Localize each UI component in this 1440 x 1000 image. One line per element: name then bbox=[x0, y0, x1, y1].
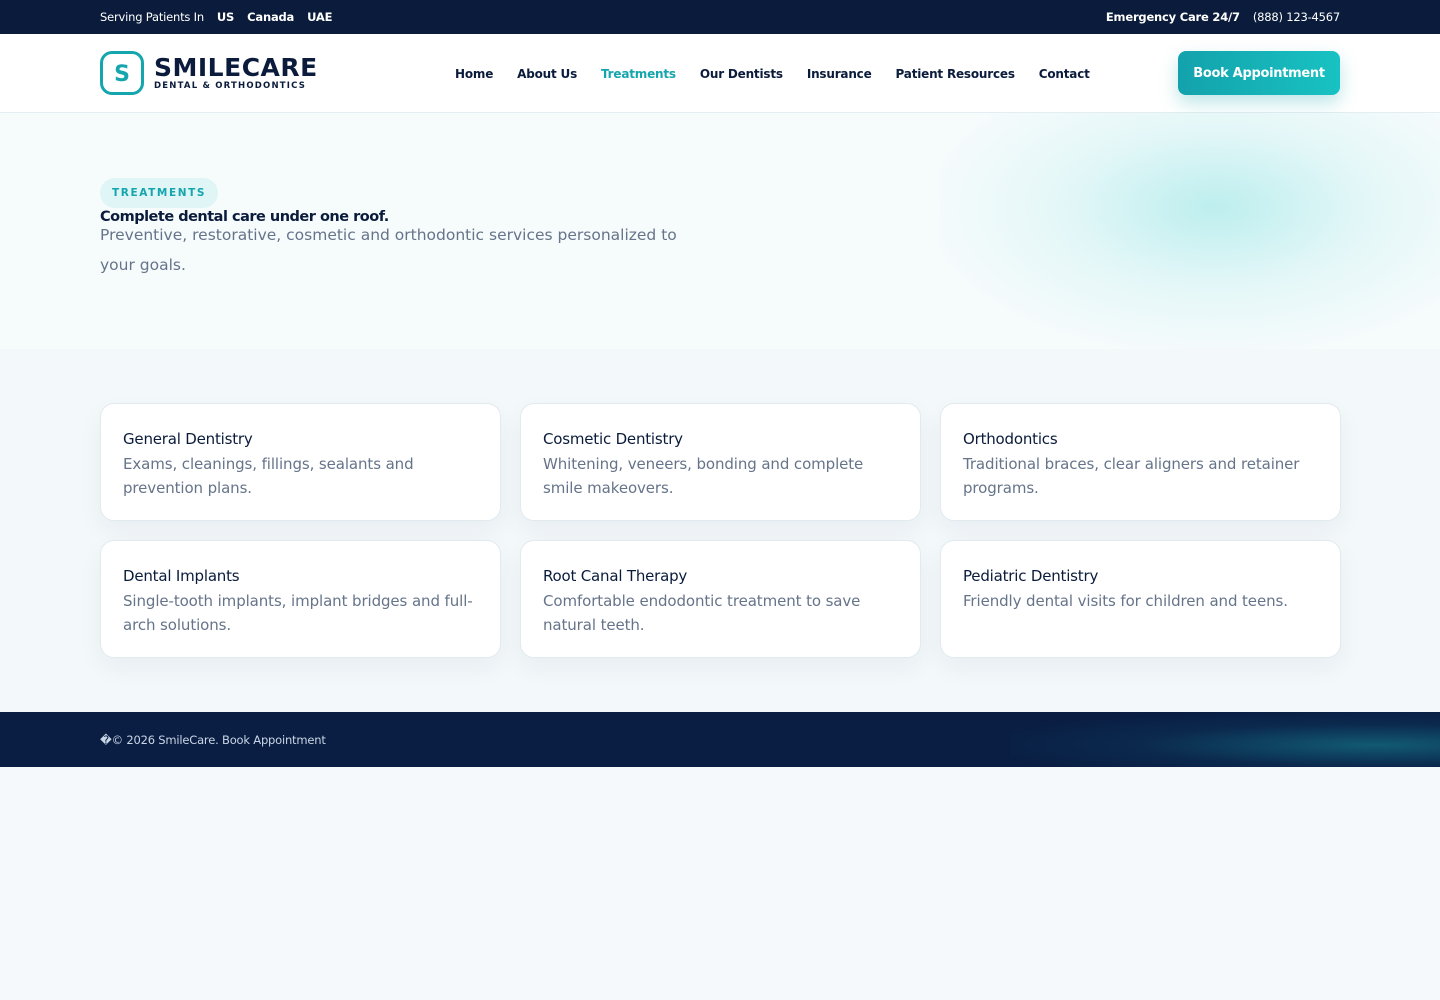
page-subtitle: Preventive, restorative, cosmetic and or… bbox=[100, 226, 677, 274]
treatment-card-root-canal-therapy[interactable]: Root Canal Therapy Comfortable endodonti… bbox=[520, 540, 921, 658]
treatment-description: Comfortable endodontic treatment to save… bbox=[543, 592, 861, 634]
treatment-description: Single-tooth implants, implant bridges a… bbox=[123, 592, 473, 634]
nav-about-us[interactable]: About Us bbox=[517, 67, 577, 81]
region-uae-link[interactable]: UAE bbox=[307, 10, 332, 24]
treatment-description: Traditional braces, clear aligners and r… bbox=[963, 455, 1300, 497]
page-bottom-spacer bbox=[0, 767, 1440, 1000]
treatment-card-pediatric-dentistry[interactable]: Pediatric Dentistry Friendly dental visi… bbox=[940, 540, 1341, 658]
treatment-card-general-dentistry[interactable]: General Dentistry Exams, cleanings, fill… bbox=[100, 403, 501, 521]
brand-tagline: DENTAL & ORTHODONTICS bbox=[154, 80, 307, 91]
nav-contact[interactable]: Contact bbox=[1039, 67, 1090, 81]
treatment-description: Friendly dental visits for children and … bbox=[963, 592, 1288, 610]
hero-section: TREATMENTS Complete dental care under on… bbox=[0, 113, 1440, 349]
treatment-card-orthodontics[interactable]: Orthodontics Traditional braces, clear a… bbox=[940, 403, 1341, 521]
logo-mark-icon: S bbox=[100, 51, 144, 95]
treatment-title: Root Canal Therapy bbox=[543, 567, 688, 585]
logo-text: SMILECARE DENTAL & ORTHODONTICS bbox=[154, 52, 318, 92]
treatment-title: Dental Implants bbox=[123, 567, 240, 585]
treatment-title: Pediatric Dentistry bbox=[963, 567, 1099, 585]
phone-link[interactable]: (888) 123-4567 bbox=[1253, 10, 1340, 24]
treatments-grid: General Dentistry Exams, cleanings, fill… bbox=[100, 403, 1341, 658]
copyright-text: �© 2026 SmileCare. bbox=[100, 732, 219, 747]
emergency-contact: Emergency Care 24/7 (888) 123-4567 bbox=[1106, 10, 1340, 24]
section-badge: TREATMENTS bbox=[100, 178, 219, 208]
region-us-link[interactable]: US bbox=[217, 10, 234, 24]
nav-home[interactable]: Home bbox=[455, 67, 493, 81]
serving-label: Serving Patients In bbox=[100, 10, 204, 24]
hero-background-glow bbox=[940, 113, 1440, 349]
footer-background-glow bbox=[1010, 712, 1440, 767]
treatment-title: General Dentistry bbox=[123, 430, 253, 448]
nav-patient-resources[interactable]: Patient Resources bbox=[896, 67, 1015, 81]
treatment-card-dental-implants[interactable]: Dental Implants Single-tooth implants, i… bbox=[100, 540, 501, 658]
region-canada-link[interactable]: Canada bbox=[247, 10, 294, 24]
nav-insurance[interactable]: Insurance bbox=[807, 67, 872, 81]
treatment-description: Exams, cleanings, fillings, sealants and… bbox=[123, 455, 414, 497]
treatments-section: General Dentistry Exams, cleanings, fill… bbox=[0, 349, 1440, 712]
service-regions: Serving Patients In US Canada UAE bbox=[100, 10, 332, 24]
emergency-label: Emergency Care 24/7 bbox=[1105, 10, 1240, 24]
treatment-description: Whitening, veneers, bonding and complete… bbox=[543, 455, 864, 497]
nav-our-dentists[interactable]: Our Dentists bbox=[700, 67, 783, 81]
main-nav: Home About Us Treatments Our Dentists In… bbox=[455, 34, 1090, 113]
brand-name: SMILECARE bbox=[154, 52, 318, 82]
nav-treatments[interactable]: Treatments bbox=[601, 67, 676, 81]
treatment-card-cosmetic-dentistry[interactable]: Cosmetic Dentistry Whitening, veneers, b… bbox=[520, 403, 921, 521]
top-bar: Serving Patients In US Canada UAE Emerge… bbox=[0, 0, 1440, 34]
treatment-title: Cosmetic Dentistry bbox=[543, 430, 683, 448]
book-appointment-button[interactable]: Book Appointment bbox=[1178, 51, 1340, 95]
treatment-title: Orthodontics bbox=[963, 430, 1058, 448]
footer-book-appointment-link[interactable]: Book Appointment bbox=[222, 733, 326, 747]
logo-link[interactable]: S SMILECARE DENTAL & ORTHODONTICS bbox=[100, 51, 318, 95]
footer-copyright: �© 2026 SmileCare. Book Appointment bbox=[100, 733, 326, 747]
site-footer: �© 2026 SmileCare. Book Appointment bbox=[0, 712, 1440, 767]
site-header: S SMILECARE DENTAL & ORTHODONTICS Home A… bbox=[0, 34, 1440, 113]
